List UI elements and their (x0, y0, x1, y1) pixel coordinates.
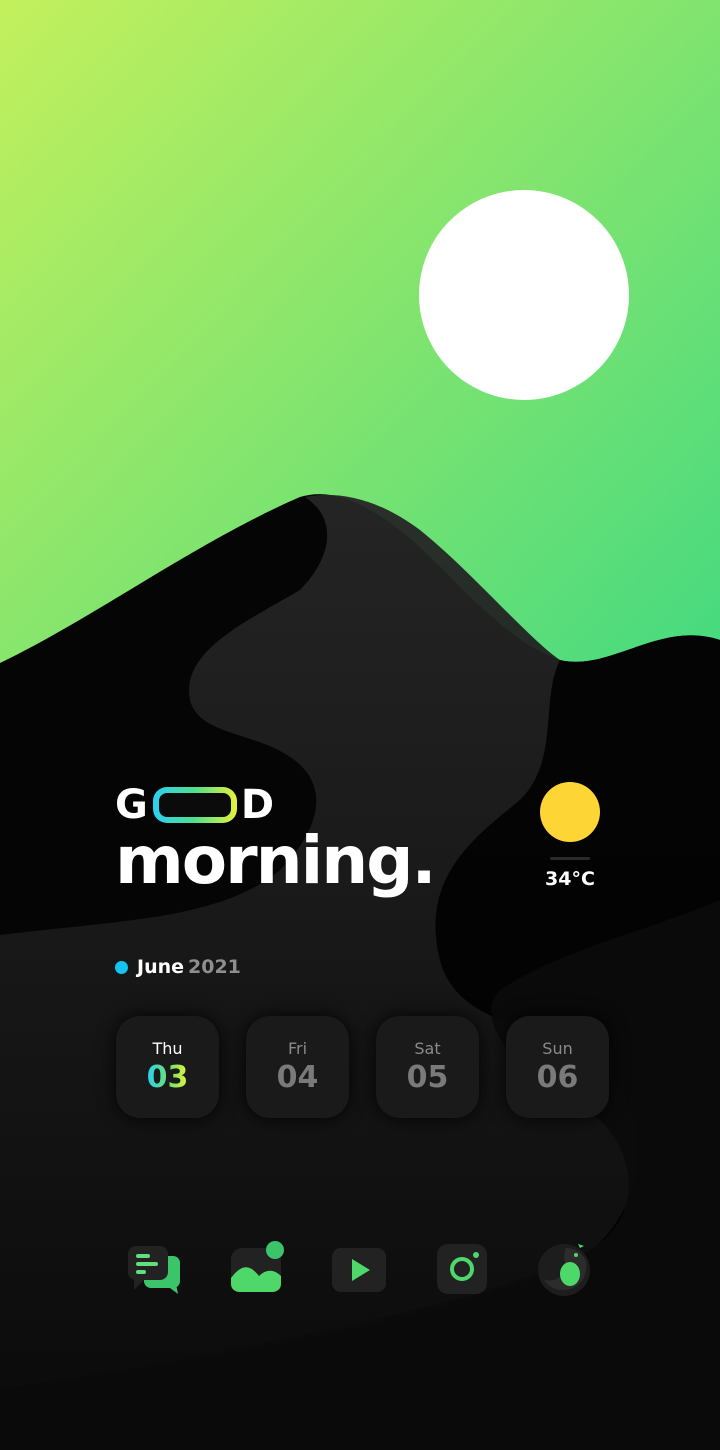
sun-icon (540, 782, 600, 842)
day-name: Fri (287, 1039, 308, 1058)
greeting-line-1: G D (115, 784, 435, 826)
home-screen: G D morning. 34°C June 2021 Thu 03 Fri 0… (0, 0, 720, 1450)
day-name: Sat (414, 1039, 441, 1058)
month-label: June 2021 (115, 956, 241, 978)
video-player-icon[interactable] (330, 1240, 390, 1300)
oo-pill-graphic (153, 787, 237, 823)
day-thu[interactable]: Thu 03 (116, 1016, 219, 1118)
greeting-letter-g: G (115, 782, 149, 828)
day-fri[interactable]: Fri 04 (246, 1016, 349, 1118)
day-name: Sun (542, 1039, 573, 1058)
year: 2021 (188, 956, 241, 978)
day-name: Thu (152, 1039, 183, 1058)
greeting: G D morning. (115, 784, 437, 899)
twitter-bird-icon[interactable] (536, 1240, 596, 1300)
day-sat[interactable]: Sat 05 (376, 1016, 479, 1118)
day-strip: Thu 03 Fri 04 Sat 05 Sun 06 (116, 1016, 609, 1118)
month-dot (115, 960, 128, 974)
greeting-morning: morning. (115, 822, 437, 899)
day-number: 05 (406, 1060, 449, 1095)
gallery-icon[interactable] (229, 1240, 289, 1300)
day-number: 06 (536, 1060, 579, 1095)
day-sun[interactable]: Sun 06 (506, 1016, 609, 1118)
camera-icon[interactable] (434, 1240, 494, 1300)
greeting-letter-d: D (240, 782, 276, 828)
weather-widget[interactable]: 34°C (540, 782, 600, 890)
messages-icon[interactable] (126, 1240, 186, 1300)
weather-divider (550, 857, 590, 860)
day-number: 04 (276, 1060, 319, 1095)
month-name: June (137, 956, 185, 978)
temperature: 34°C (545, 868, 595, 890)
day-number: 03 (146, 1060, 189, 1095)
wallpaper (0, 0, 720, 1450)
sun (419, 190, 629, 400)
